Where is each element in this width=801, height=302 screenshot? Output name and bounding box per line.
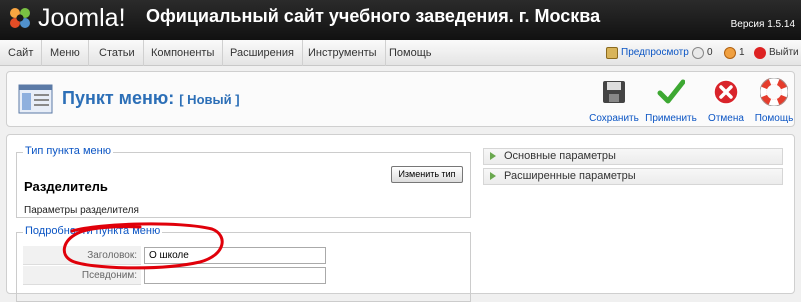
messages-link[interactable]: 0 xyxy=(692,40,713,66)
page-title: Пункт меню: [ Новый ] xyxy=(62,88,240,109)
menu-articles[interactable]: Статьи xyxy=(91,40,144,66)
joomla-logo-icon xyxy=(10,8,30,28)
preview-link[interactable]: Предпросмотр xyxy=(606,40,689,66)
apply-button[interactable]: Применить xyxy=(644,78,698,124)
details-fieldset: Подробности пункта меню Заголовок: О шко… xyxy=(16,225,471,302)
cancel-icon xyxy=(713,79,739,105)
title-input[interactable]: О школе xyxy=(144,247,326,264)
apply-label: Применить xyxy=(645,113,697,124)
basic-params-pane[interactable]: Основные параметры xyxy=(483,148,783,165)
site-title: Официальный сайт учебного заведения. г. … xyxy=(146,6,601,26)
alias-input[interactable] xyxy=(144,267,326,284)
checkmark-icon xyxy=(657,79,686,104)
menu-components[interactable]: Компоненты xyxy=(143,40,224,66)
toolbar: Пункт меню: [ Новый ] Сохранить Применит… xyxy=(6,71,795,127)
logout-label: Выйти xyxy=(769,47,799,58)
menu-menus[interactable]: Меню xyxy=(42,40,89,66)
menu-item-icon xyxy=(18,84,53,114)
users-icon xyxy=(724,47,736,59)
main-menu-bar: Сайт Меню Статьи Компоненты Расширения И… xyxy=(0,40,801,66)
advanced-params-pane[interactable]: Расширенные параметры xyxy=(483,168,783,185)
title-label: Заголовок: xyxy=(23,246,141,265)
basic-params-label: Основные параметры xyxy=(504,150,616,162)
menu-help[interactable]: Помощь xyxy=(381,40,440,66)
messages-icon xyxy=(692,47,704,59)
messages-count: 0 xyxy=(707,47,713,58)
save-icon xyxy=(603,81,625,103)
menu-type-description: Параметры разделителя xyxy=(24,205,139,216)
users-count: 1 xyxy=(739,47,745,58)
menu-tools[interactable]: Инструменты xyxy=(300,40,386,66)
cancel-label: Отмена xyxy=(708,113,744,124)
expand-arrow-icon xyxy=(490,152,496,160)
expand-arrow-icon xyxy=(490,172,496,180)
logout-icon xyxy=(754,47,766,59)
joomla-logo: Joomla! xyxy=(6,4,126,32)
menu-type-legend: Тип пункта меню xyxy=(23,145,113,157)
menu-extensions[interactable]: Расширения xyxy=(222,40,303,66)
main-panel: Тип пункта меню Разделитель Параметры ра… xyxy=(6,134,795,302)
preview-label: Предпросмотр xyxy=(621,47,689,58)
save-label: Сохранить xyxy=(589,113,639,124)
page-subtitle: [ Новый ] xyxy=(179,92,240,107)
logout-link[interactable]: Выйти xyxy=(754,40,799,66)
page-title-text: Пункт меню: xyxy=(62,88,175,108)
help-label: Помощь xyxy=(754,113,794,124)
advanced-params-label: Расширенные параметры xyxy=(504,170,636,182)
lifebuoy-icon xyxy=(759,77,789,107)
logo-text: Joomla! xyxy=(38,3,126,32)
users-link[interactable]: 1 xyxy=(724,40,745,66)
menu-type-name: Разделитель xyxy=(24,179,108,194)
admin-header: Joomla! Официальный сайт учебного заведе… xyxy=(0,0,801,40)
version-label: Версия 1.5.14 xyxy=(730,19,795,30)
details-legend: Подробности пункта меню xyxy=(23,225,163,237)
help-button[interactable]: Помощь xyxy=(747,77,801,124)
alias-label: Псевдоним: xyxy=(23,266,141,285)
cancel-button[interactable]: Отмена xyxy=(699,78,753,124)
preview-icon xyxy=(606,47,618,59)
menu-site[interactable]: Сайт xyxy=(0,40,43,66)
change-type-button[interactable]: Изменить тип xyxy=(391,166,463,183)
menu-type-fieldset: Тип пункта меню Разделитель Параметры ра… xyxy=(16,145,471,218)
save-button[interactable]: Сохранить xyxy=(587,78,641,124)
